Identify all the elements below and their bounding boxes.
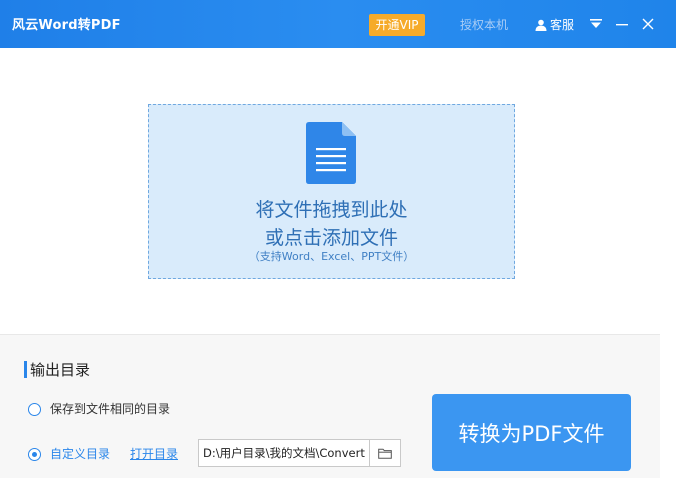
section-accent-bar <box>24 361 27 378</box>
drop-zone-primary-text: 将文件拖拽到此处 <box>255 199 408 221</box>
same-dir-option-label[interactable]: 保存到文件相同的目录 <box>50 401 170 417</box>
authorize-machine-link[interactable]: 授权本机 <box>460 15 508 35</box>
same-dir-radio[interactable] <box>28 403 41 416</box>
folder-icon <box>378 448 392 459</box>
customer-service-label: 客服 <box>550 18 575 32</box>
open-vip-button[interactable]: 开通VIP <box>369 14 425 36</box>
dropdown-menu-icon[interactable] <box>587 15 605 33</box>
output-settings-panel: 输出目录 保存到文件相同的目录 自定义目录 打开目录 转换为PDF文件 <box>0 334 660 478</box>
close-icon[interactable] <box>639 15 657 33</box>
user-icon <box>535 19 547 31</box>
app-title: 风云Word转PDF <box>12 18 121 33</box>
convert-to-pdf-button[interactable]: 转换为PDF文件 <box>432 394 631 471</box>
output-section-title: 输出目录 <box>30 361 91 379</box>
file-drop-zone[interactable]: 将文件拖拽到此处 或点击添加文件 （支持Word、Excel、PPT文件） <box>148 104 515 279</box>
custom-dir-option-label[interactable]: 自定义目录 <box>50 446 110 462</box>
output-path-input[interactable] <box>198 439 370 467</box>
supported-formats-hint: （支持Word、Excel、PPT文件） <box>248 250 415 263</box>
drop-zone-secondary-text: 或点击添加文件 <box>264 227 398 249</box>
title-bar: 风云Word转PDF 开通VIP 授权本机 客服 <box>0 0 676 48</box>
custom-dir-radio[interactable] <box>28 448 41 461</box>
document-icon <box>306 122 356 184</box>
minimize-icon[interactable] <box>613 15 631 33</box>
browse-folder-button[interactable] <box>369 439 401 467</box>
open-directory-link[interactable]: 打开目录 <box>130 446 178 462</box>
customer-service-button[interactable]: 客服 <box>535 15 574 35</box>
